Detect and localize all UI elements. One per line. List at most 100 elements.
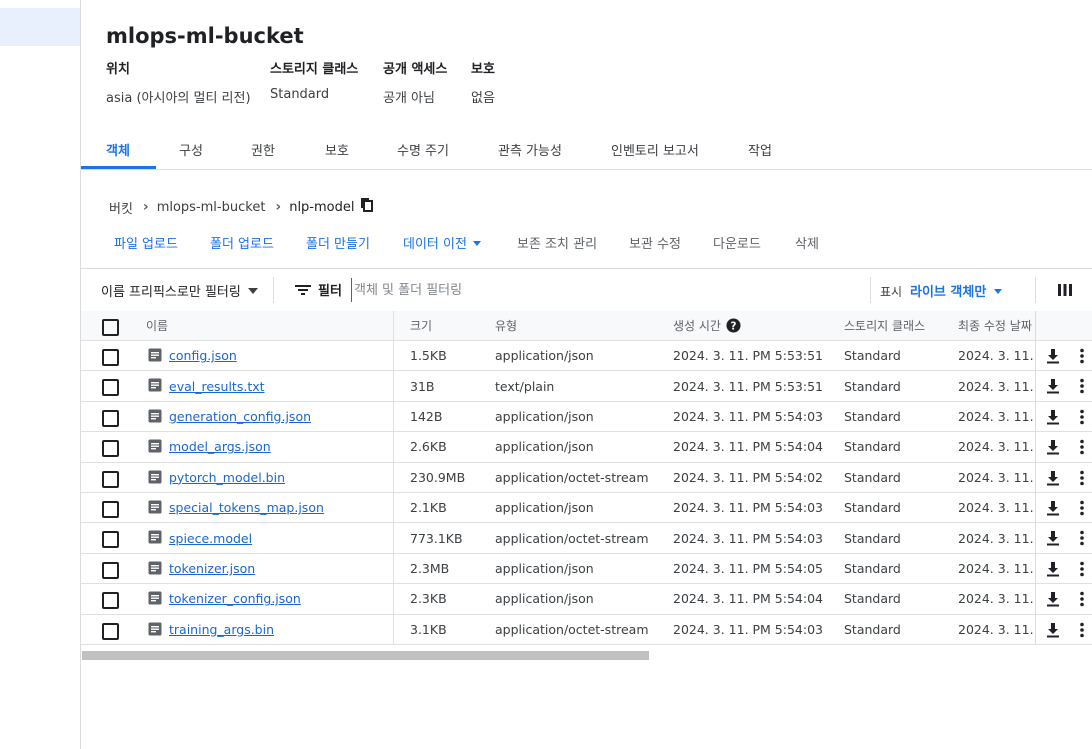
row-checkbox[interactable] xyxy=(102,470,119,488)
download-icon[interactable] xyxy=(1046,561,1060,581)
more-vert-icon[interactable] xyxy=(1080,439,1084,459)
table-row[interactable]: special_tokens_map.json 2.1KB application/… xyxy=(81,492,1092,524)
object-name-link[interactable]: config.json xyxy=(169,341,237,370)
row-checkbox[interactable] xyxy=(102,561,119,579)
object-name-link[interactable]: tokenizer_config.json xyxy=(169,584,301,613)
tab-lifecycle[interactable]: 수명 주기 xyxy=(397,140,449,159)
horizontal-scrollbar-thumb[interactable] xyxy=(82,651,649,660)
table-row[interactable]: eval_results.txt 31B text/plain 2024. 3. 11… xyxy=(81,371,1092,402)
object-type: application/json xyxy=(495,348,594,364)
object-size: 230.9MB xyxy=(410,469,466,485)
transfer-data-button[interactable]: 데이터 이전 xyxy=(403,233,481,252)
filter-input[interactable] xyxy=(351,278,856,302)
object-name-link[interactable]: pytorch_model.bin xyxy=(169,463,285,492)
meta-storage-class: 스토리지 클래스 Standard xyxy=(270,58,358,102)
left-nav xyxy=(0,0,81,749)
download-icon[interactable] xyxy=(1046,591,1060,611)
copy-icon[interactable] xyxy=(360,197,374,217)
more-vert-icon[interactable] xyxy=(1080,561,1084,581)
row-checkbox[interactable] xyxy=(102,531,119,549)
tab-observability[interactable]: 관측 가능성 xyxy=(498,140,562,159)
object-storage-class: Standard xyxy=(844,378,901,394)
row-checkbox[interactable] xyxy=(102,592,119,610)
show-live-objects-dropdown[interactable]: 라이브 객체만 xyxy=(910,281,1003,300)
more-vert-icon[interactable] xyxy=(1080,622,1084,642)
header-size[interactable]: 크기 xyxy=(410,311,432,340)
row-checkbox[interactable] xyxy=(102,349,119,366)
object-name-link[interactable]: special_tokens_map.json xyxy=(169,493,324,522)
filter-button[interactable]: 필터 xyxy=(294,280,342,299)
row-checkbox[interactable] xyxy=(102,440,119,458)
download-icon[interactable] xyxy=(1046,500,1060,520)
download-icon[interactable] xyxy=(1046,530,1060,550)
tab-configuration[interactable]: 구성 xyxy=(179,140,203,159)
object-storage-class: Standard xyxy=(844,408,901,424)
select-all-checkbox[interactable] xyxy=(102,319,119,336)
header-created[interactable]: 생성 시간 ? xyxy=(673,311,741,340)
table-row[interactable]: config.json 1.5KB application/json 2024. 3.… xyxy=(81,341,1092,372)
download-button[interactable]: 다운로드 xyxy=(713,233,761,252)
more-vert-icon[interactable] xyxy=(1080,378,1084,398)
object-name-link[interactable]: model_args.json xyxy=(169,432,271,461)
object-name-link[interactable]: training_args.bin xyxy=(169,615,274,644)
download-icon[interactable] xyxy=(1046,470,1060,490)
tab-protection[interactable]: 보호 xyxy=(325,140,349,159)
object-name-link[interactable]: eval_results.txt xyxy=(169,371,265,400)
object-name-link[interactable]: tokenizer.json xyxy=(169,554,255,583)
table-row[interactable]: generation_config.json 142B application/js… xyxy=(81,401,1092,433)
more-vert-icon[interactable] xyxy=(1080,591,1084,611)
header-name[interactable]: 이름 xyxy=(146,311,168,340)
header-type[interactable]: 유형 xyxy=(495,311,517,340)
table-header-row: 이름 크기 유형 생성 시간 ? 스토리지 클래스 최종 수정 날짜 xyxy=(81,311,1092,341)
breadcrumb-buckets[interactable]: 버킷 xyxy=(109,198,133,217)
row-checkbox[interactable] xyxy=(102,379,119,397)
edit-retention-button[interactable]: 보관 수정 xyxy=(629,233,681,252)
tab-permissions[interactable]: 권한 xyxy=(251,140,275,159)
horizontal-scrollbar[interactable] xyxy=(81,651,1092,660)
tab-operations[interactable]: 작업 xyxy=(748,140,772,159)
table-row[interactable]: spiece.model 773.1KB application/octet-str… xyxy=(81,523,1092,554)
download-icon[interactable] xyxy=(1046,622,1060,642)
more-vert-icon[interactable] xyxy=(1080,530,1084,550)
column-display-icon[interactable] xyxy=(1058,282,1072,301)
download-icon[interactable] xyxy=(1046,439,1060,459)
table-row[interactable]: tokenizer.json 2.3MB application/json 2024.… xyxy=(81,553,1092,585)
header-modified[interactable]: 최종 수정 날짜 xyxy=(958,311,1032,340)
row-checkbox[interactable] xyxy=(102,500,119,518)
more-vert-icon[interactable] xyxy=(1080,500,1084,520)
breadcrumb-bucket[interactable]: mlops-ml-bucket xyxy=(157,200,266,215)
tab-inventory-reports[interactable]: 인벤토리 보고서 xyxy=(611,140,699,159)
upload-file-button[interactable]: 파일 업로드 xyxy=(114,233,178,252)
object-name-link[interactable]: spiece.model xyxy=(169,523,252,552)
more-vert-icon[interactable] xyxy=(1080,348,1084,368)
column-divider xyxy=(393,614,394,644)
download-icon[interactable] xyxy=(1046,409,1060,429)
row-checkbox[interactable] xyxy=(102,622,119,640)
object-size: 2.3MB xyxy=(410,560,450,576)
delete-button[interactable]: 삭제 xyxy=(795,233,819,252)
create-folder-button[interactable]: 폴더 만들기 xyxy=(306,233,370,252)
upload-folder-button[interactable]: 폴더 업로드 xyxy=(210,233,274,252)
manage-retention-button[interactable]: 보존 조치 관리 xyxy=(517,233,597,252)
more-vert-icon[interactable] xyxy=(1080,470,1084,490)
download-icon[interactable] xyxy=(1046,378,1060,398)
object-modified: 2024. 3. 11. P xyxy=(958,500,1046,516)
object-created: 2024. 3. 11. PM 5:54:03 xyxy=(673,408,823,424)
row-checkbox[interactable] xyxy=(102,409,119,427)
header-created-label: 생성 시간 xyxy=(673,319,721,333)
tab-objects[interactable]: 객체 xyxy=(106,140,130,159)
object-size: 3.1KB xyxy=(410,621,447,637)
download-icon[interactable] xyxy=(1046,348,1060,368)
table-row[interactable]: model_args.json 2.6KB application/json 2024… xyxy=(81,432,1092,463)
left-nav-selected-item[interactable] xyxy=(0,8,80,46)
column-divider xyxy=(393,311,394,340)
table-row[interactable]: pytorch_model.bin 230.9MB application/octe… xyxy=(81,462,1092,493)
object-name-link[interactable]: generation_config.json xyxy=(169,402,311,431)
header-storage-class[interactable]: 스토리지 클래스 xyxy=(844,311,925,340)
table-row[interactable]: tokenizer_config.json 2.3KB application/js… xyxy=(81,584,1092,615)
more-vert-icon[interactable] xyxy=(1080,409,1084,429)
prefix-filter-dropdown[interactable]: 이름 프리픽스로만 필터링 xyxy=(101,281,258,300)
table-row[interactable]: training_args.bin 3.1KB application/octet-… xyxy=(81,614,1092,645)
meta-public-access: 공개 액세스 공개 아님 xyxy=(383,58,447,106)
help-icon[interactable]: ? xyxy=(726,318,741,333)
